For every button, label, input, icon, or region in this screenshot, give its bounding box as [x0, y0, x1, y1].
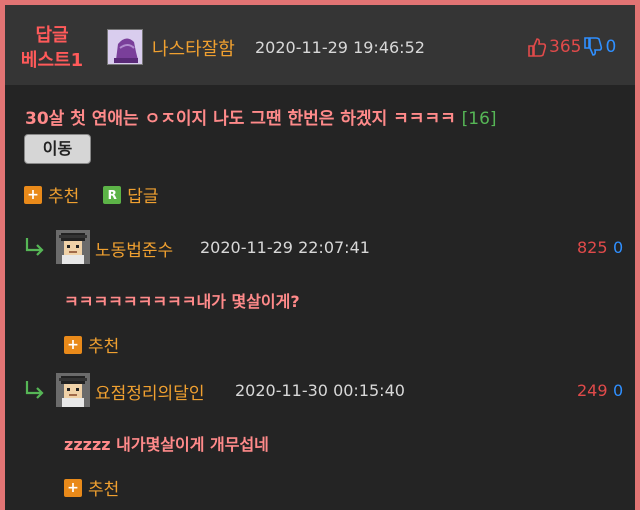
best-label-line2: 베스트1 — [20, 50, 84, 71]
post-date: 2020-11-29 19:46:52 — [255, 38, 425, 57]
purple-hat-avatar-icon[interactable] — [107, 29, 143, 65]
post-text: 30살 첫 연애는 ㅇㅈ이지 나도 그땐 한번은 하겠지 ㅋㅋㅋㅋ — [25, 109, 456, 129]
reply-text: ㅋㅋㅋㅋㅋㅋㅋㅋㅋ내가 몇살이게? — [64, 292, 300, 311]
reply-recommend-button[interactable]: 추천 — [88, 332, 119, 357]
pixel-person-avatar-icon[interactable] — [56, 230, 90, 264]
reply-upvote-count[interactable]: 249 — [577, 381, 608, 400]
recommend-icon[interactable]: + — [64, 478, 82, 497]
downvote-count: 0 — [605, 37, 617, 57]
reply-recommend: + 추천 — [64, 332, 119, 357]
post-author[interactable]: 나스타잘함 — [152, 35, 235, 61]
upvote-count: 365 — [549, 37, 582, 57]
best-label-line1: 답글 — [35, 25, 69, 46]
recommend-icon[interactable]: + — [24, 185, 42, 204]
reply-button[interactable]: 답글 — [127, 182, 158, 207]
reply-arrow-icon — [24, 236, 46, 258]
reply-downvote-count[interactable]: 0 — [613, 381, 623, 400]
thumbs-down-icon[interactable] — [583, 36, 603, 58]
vote-box: 365 0 — [527, 35, 616, 59]
reply-text: zzzzz 내가몇살이게 개무섭네 — [64, 435, 269, 454]
post-body: 30살 첫 연애는 ㅇㅈ이지 나도 그땐 한번은 하겠지 ㅋㅋㅋㅋ [16] — [25, 104, 625, 129]
reply-author[interactable]: 노동법준수 — [95, 236, 173, 261]
thumbs-up-icon[interactable] — [527, 36, 547, 58]
reply-arrow-icon — [24, 379, 46, 401]
best-reply-header: 답글 베스트1 나스타잘함 2020-11-29 19:46:52 365 0 — [5, 5, 635, 85]
reply-icon[interactable]: R — [103, 185, 122, 204]
reply-upvote-count[interactable]: 825 — [577, 238, 608, 257]
move-button[interactable]: 이동 — [24, 134, 91, 164]
reply-recommend: + 추천 — [64, 475, 119, 500]
post-actions: + 추천 R 답글 — [24, 182, 159, 207]
reply-date: 2020-11-30 00:15:40 — [235, 381, 405, 400]
best-reply-label: 답글 베스트1 — [17, 23, 87, 73]
reply-downvote-count[interactable]: 0 — [613, 238, 623, 257]
reply-recommend-button[interactable]: 추천 — [88, 475, 119, 500]
pixel-person-avatar-icon[interactable] — [56, 373, 90, 407]
recommend-button[interactable]: 추천 — [48, 182, 79, 207]
reply-author[interactable]: 요점정리의달인 — [95, 379, 204, 404]
reply-count[interactable]: [16] — [462, 109, 497, 129]
recommend-icon[interactable]: + — [64, 335, 82, 354]
reply-date: 2020-11-29 22:07:41 — [200, 238, 370, 257]
